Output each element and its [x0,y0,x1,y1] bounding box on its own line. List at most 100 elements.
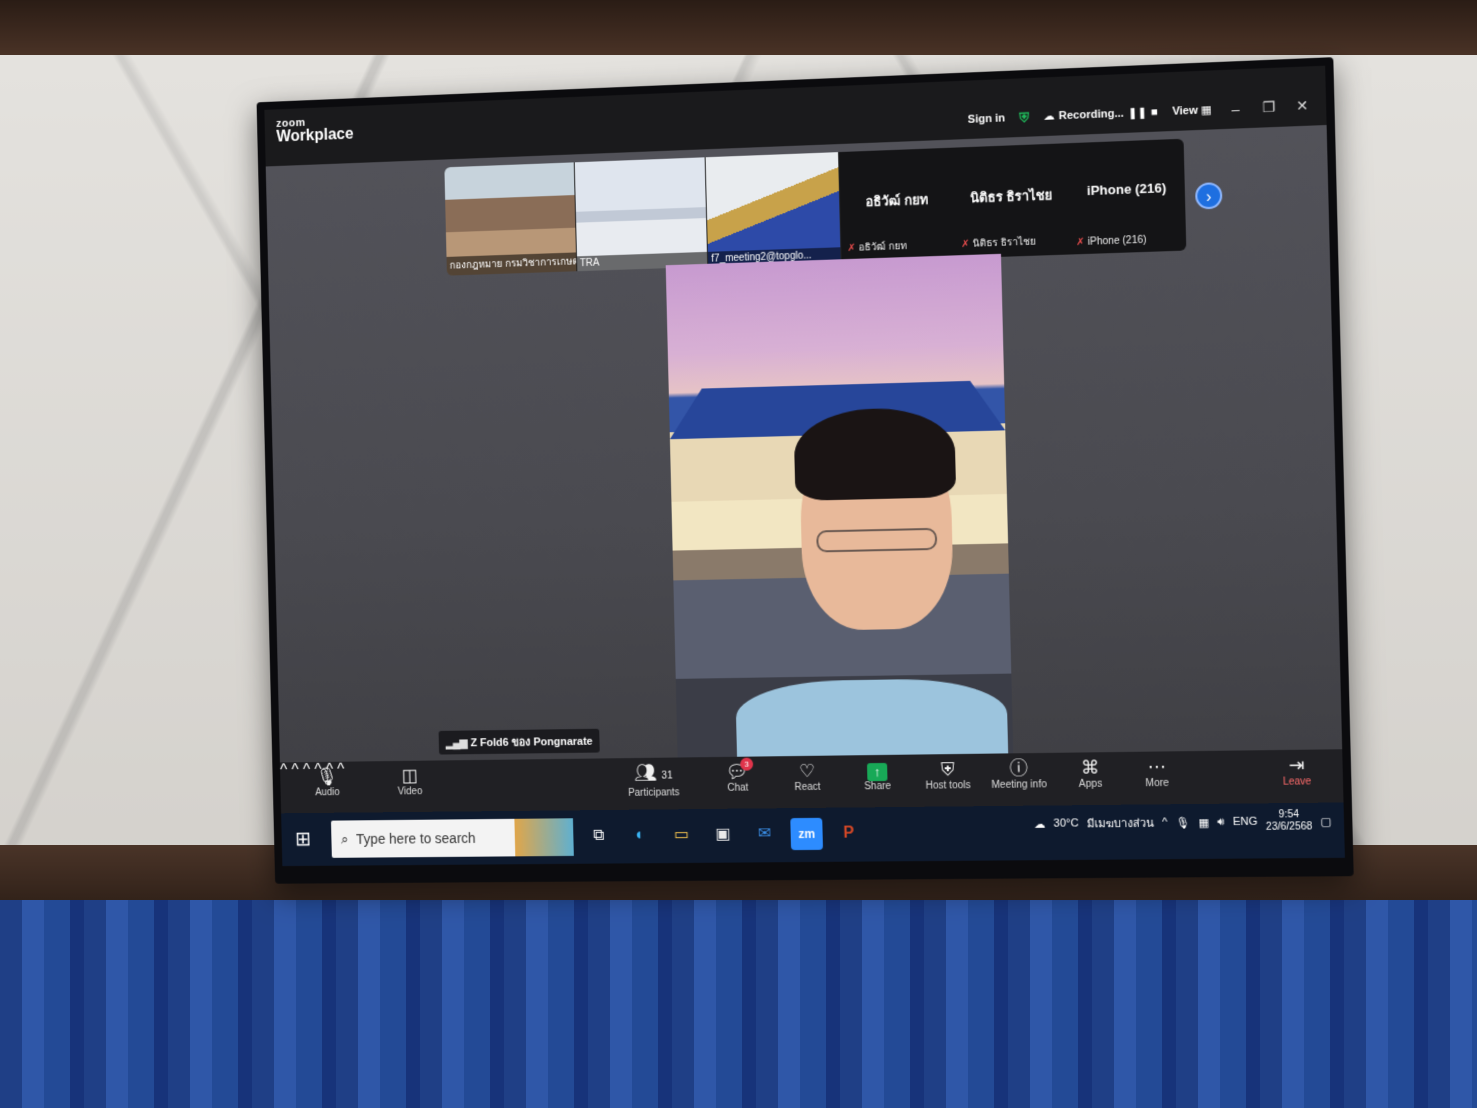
windows-taskbar: ⊞ ⌕ Type here to search ⧉ ◐ ▭ ▣ ✉ zm P ☁… [281,802,1345,867]
view-button[interactable]: View ▦ [1172,103,1212,118]
audio-label: Audio [315,787,340,799]
taskbar-search[interactable]: ⌕ Type here to search [330,818,574,858]
participant-caption: ✗ นิติธร ธิราไชย [961,234,1036,252]
video-button[interactable]: ◫ Video [376,764,444,798]
zoom-logo: zoom Workplace [276,116,354,146]
video-camera-icon: ◫ [401,765,419,786]
more-button[interactable]: ⋯ More [1121,755,1194,790]
leave-label: Leave [1282,776,1312,788]
weather-icon: ☁ [1034,818,1046,831]
microphone-tray-icon[interactable]: 🎙︎ [1176,816,1191,829]
language-indicator[interactable]: ENG [1233,816,1258,828]
grid-icon: ▦ [1200,104,1212,117]
close-button[interactable]: ✕ [1293,97,1312,115]
search-icon: ⌕ [340,830,349,847]
edge-icon[interactable]: ◐ [624,819,656,851]
title-bar-actions: Sign in ⛨ ☁ Recording... ❚❚ ■ View ▦ – ❐… [968,97,1312,128]
powerpoint-icon[interactable]: P [832,817,865,849]
tile-label: กองกฎหมาย กรมวิชาการเกษตร [446,252,577,276]
share-label: Share [864,780,892,793]
chat-badge: 3 [740,757,754,771]
apps-label: Apps [1078,778,1103,790]
meeting-area: กองกฎหมาย กรมวิชาการเกษตร TRA f7_meeting… [265,124,1343,763]
weather-temp[interactable]: 30°C [1053,817,1078,829]
participants-button[interactable]: 👥︎ 31 Participants [619,761,689,799]
windows-start-icon[interactable]: ⊞ [295,827,312,852]
host-tools-button[interactable]: ⛨ Host tools [912,758,984,792]
mail-icon[interactable]: ✉ [748,818,781,850]
stop-icon[interactable]: ■ [1151,106,1158,118]
leave-icon: ⇥ [1288,754,1305,776]
notification-icon[interactable]: ▢ [1320,814,1331,827]
view-label: View [1172,104,1199,118]
volume-icon[interactable]: 🔊︎ [1217,815,1225,828]
tray-chevron-icon[interactable]: ^ [1162,816,1168,828]
muted-mic-icon: ✗ [1075,236,1085,249]
meeting-info-label: Meeting info [991,779,1048,791]
logo-workplace: Workplace [276,125,354,146]
more-icon: ⋯ [1147,756,1167,778]
recording-label: Recording... [1058,107,1124,122]
chat-label: Chat [727,782,749,794]
clock-date: 23/6/2568 [1265,821,1313,833]
muted-mic-icon: ✗ [961,238,970,251]
video-tile[interactable]: กองกฎหมาย กรมวิชาการเกษตร [444,162,578,276]
video-tile[interactable]: TRA [574,157,709,272]
next-page-button[interactable]: › [1194,182,1223,210]
search-highlight-image [514,818,574,857]
recording-indicator[interactable]: ☁ Recording... ❚❚ ■ [1043,105,1158,123]
participant-name: iPhone (216) [1086,180,1167,199]
audio-button[interactable]: 🎙︎ Audio [293,765,361,799]
minimize-button[interactable]: – [1226,100,1245,117]
participant-tile[interactable]: iPhone (216) ✗ iPhone (216) [1068,139,1187,255]
participant-caption: ✗ อธิวัฒ์ กยท [847,239,907,256]
muted-mic-icon: ✗ [847,242,856,255]
video-tile[interactable]: f7_meeting2@topglo... [705,152,842,267]
caption-text: อธิวัฒ์ กยท [858,240,908,254]
store-icon[interactable]: ▣ [707,819,739,851]
taskbar-apps: ⧉ ◐ ▭ ▣ ✉ zm P [583,817,865,851]
share-button[interactable]: ↑ Share [842,759,913,793]
pause-icon[interactable]: ❚❚ [1128,106,1147,120]
system-tray: ☁ 30°C มีเมฆบางส่วน ^ 🎙︎ ▦ 🔊︎ ENG 9:54 2… [1034,809,1332,836]
participant-name: นิติธร ธิราไชย [969,187,1053,206]
meeting-info-button[interactable]: ⓘ Meeting info [983,757,1055,791]
react-button[interactable]: ♡ React [772,759,843,793]
caption-text: iPhone (216) [1087,234,1147,248]
speaker-name-tag: ▂▄▆ Z Fold6 ของ Pongnarate [438,728,600,755]
wall-top [0,0,1477,60]
more-label: More [1145,777,1170,790]
active-speaker-video[interactable] [665,253,1014,758]
participant-name: อธิวัฒ์ กยท [865,191,929,210]
network-icon[interactable]: ▦ [1198,816,1209,829]
audio-options-caret[interactable]: ^ [280,762,288,779]
participant-caption: ✗ iPhone (216) [1076,235,1147,249]
restore-button[interactable]: ❐ [1259,98,1278,116]
participant-tile[interactable]: นิติธร ธิราไชย ✗ นิติธร ธิราไชย [953,143,1071,258]
zoom-window: zoom Workplace Sign in ⛨ ☁ Recording... … [264,65,1345,867]
shield-icon: ⛨ [940,759,955,780]
gallery-strip: กองกฎหมาย กรมวิชาการเกษตร TRA f7_meeting… [444,138,1187,276]
speaker-glasses [816,527,938,553]
shield-icon[interactable]: ⛨ [1019,109,1029,126]
task-view-icon[interactable]: ⧉ [583,820,615,852]
monitor: zoom Workplace Sign in ⛨ ☁ Recording... … [256,57,1354,884]
participant-tile[interactable]: อธิวัฒ์ กยท ✗ อธิวัฒ์ กยท [839,148,955,263]
sign-in-button[interactable]: Sign in [968,112,1005,126]
chat-button[interactable]: 💬︎ 3 Chat [702,757,772,794]
leave-button[interactable]: ⇥ Leave [1265,754,1328,788]
participants-count: 31 [661,770,673,782]
clock[interactable]: 9:54 23/6/2568 [1266,809,1313,834]
host-tools-label: Host tools [925,780,971,792]
caption-text: นิติธร ธิราไชย [972,236,1037,250]
zoom-app-icon[interactable]: zm [790,817,823,851]
apps-button[interactable]: ⌘ Apps [1054,756,1126,790]
apps-icon: ⌘ [1080,757,1100,778]
react-label: React [794,781,821,794]
info-icon: ⓘ [1009,758,1029,779]
signal-icon: ▂▄▆ [445,736,467,750]
file-explorer-icon[interactable]: ▭ [665,819,697,851]
blue-curtain [0,900,1477,1108]
weather-description[interactable]: มีเมฆบางส่วน [1087,814,1155,833]
share-icon: ↑ [842,759,913,782]
